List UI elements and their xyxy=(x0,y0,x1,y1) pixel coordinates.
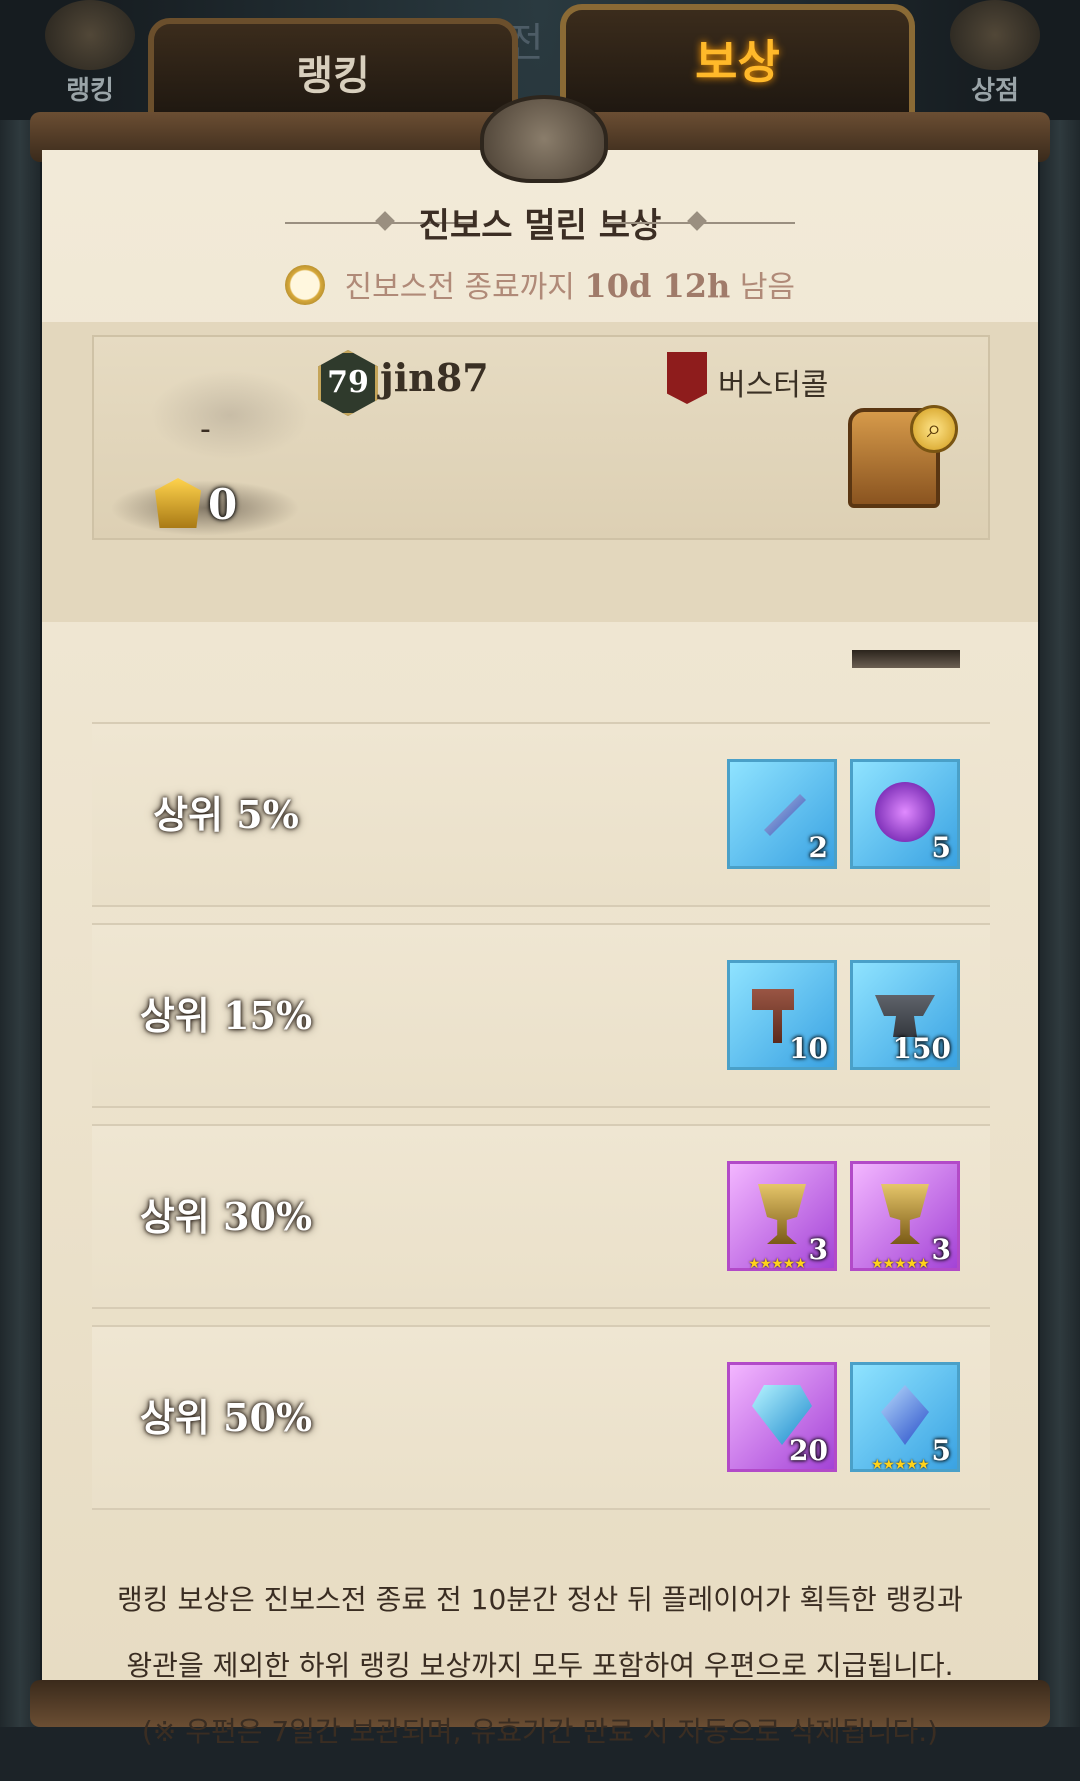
clock-icon xyxy=(284,264,325,305)
timer-prefix: 진보스전 종료까지 xyxy=(344,270,575,305)
crystal-icon xyxy=(881,1385,929,1445)
medallion-icon xyxy=(480,95,608,183)
reward-tier-label: 상위 30% xyxy=(139,1194,313,1239)
reward-item-diamond[interactable]: 20 xyxy=(727,1362,837,1472)
shop-icon xyxy=(950,0,1040,70)
ranking-nav-button[interactable]: 랭킹 xyxy=(25,0,155,110)
purple-gem-icon xyxy=(875,782,935,842)
reward-tier-label: 상위 15% xyxy=(139,993,313,1038)
magnifier-icon[interactable]: ⌕ xyxy=(910,405,958,453)
reward-item-purple-trophy[interactable]: ★★★★★ 3 xyxy=(850,1161,960,1272)
reward-item-gold-trophy[interactable]: ★★★★★ 3 xyxy=(727,1161,837,1272)
notice-line-1: 랭킹 보상은 진보스전 종료 전 10분간 정산 뒤 플레이어가 획득한 랭킹과 xyxy=(117,1583,963,1616)
right-pillar xyxy=(1040,120,1080,1727)
title-divider-right xyxy=(605,222,795,224)
star-rating: ★★★★★ xyxy=(871,1256,930,1272)
reward-item-hammer[interactable]: 10 xyxy=(727,960,837,1070)
reward-item-purple-gem[interactable]: 5 xyxy=(850,759,960,869)
reward-notice: 랭킹 보상은 진보스전 종료 전 10분간 정산 뒤 플레이어가 획득한 랭킹과… xyxy=(60,1550,1020,1781)
purple-trophy-icon xyxy=(881,1184,929,1244)
timer-suffix: 남음 xyxy=(739,270,796,305)
shop-nav-button[interactable]: 상점 xyxy=(930,0,1060,110)
notice-line-2: 왕관을 제외한 하위 랭킹 보상까지 모두 포함하여 우편으로 지급됩니다. xyxy=(126,1649,954,1682)
crown-backdrop xyxy=(110,480,300,536)
item-qty: 3 xyxy=(931,1233,951,1266)
notice-line-3: (※ 우편은 7일간 보관되며, 유효기간 만료 시 자동으로 삭제됩니다.) xyxy=(141,1715,939,1748)
item-qty: 150 xyxy=(892,1032,951,1065)
reward-row: 상위 50% 20 ★★★★★ 5 xyxy=(92,1325,990,1510)
item-qty: 5 xyxy=(931,1434,951,1467)
guild-flag-icon xyxy=(667,352,707,404)
star-rating: ★★★★★ xyxy=(748,1256,807,1272)
reward-tier-label: 상위 50% xyxy=(139,1395,313,1440)
item-qty: 10 xyxy=(789,1032,828,1065)
avatar-placeholder xyxy=(150,370,310,460)
left-pillar xyxy=(0,120,40,1727)
lion-emblem-icon xyxy=(45,0,135,70)
reward-row: 상위 5% 2 5 xyxy=(92,722,990,907)
item-qty: 3 xyxy=(808,1233,828,1266)
player-name: jin87 xyxy=(380,355,489,400)
reward-item-crystal[interactable]: ★★★★★ 5 xyxy=(850,1362,960,1473)
player-rank: - xyxy=(200,412,211,447)
item-qty: 20 xyxy=(789,1434,828,1467)
reward-row: 상위 30% ★★★★★ 3 ★★★★★ 3 xyxy=(92,1124,990,1309)
sword-icon xyxy=(764,794,806,836)
tab-ranking[interactable]: 랭킹 xyxy=(148,18,518,118)
star-rating: ★★★★★ xyxy=(871,1457,930,1473)
shop-nav-label: 상점 xyxy=(971,76,1019,106)
reward-row: 상위 15% 10 150 xyxy=(92,923,990,1108)
crown-count: 0 xyxy=(208,480,238,529)
reward-item-anvil[interactable]: 150 xyxy=(850,960,960,1070)
guild-name: 버스터콜 xyxy=(718,368,829,403)
reward-tier-label: 상위 5% xyxy=(153,792,299,837)
timer-value: 10d 12h xyxy=(584,267,731,305)
reward-item-sword[interactable]: 2 xyxy=(727,759,837,869)
ranking-nav-label: 랭킹 xyxy=(66,76,114,106)
scrollbar[interactable] xyxy=(852,650,960,668)
timer-row: 진보스전 종료까지 10d 12h 남음 xyxy=(0,262,1080,309)
item-qty: 5 xyxy=(931,831,951,864)
gold-trophy-icon xyxy=(758,1184,806,1244)
tab-reward[interactable]: 보상 xyxy=(560,4,915,116)
item-qty: 2 xyxy=(808,831,828,864)
page-title: 진보스 멀린 보상 xyxy=(418,206,662,246)
